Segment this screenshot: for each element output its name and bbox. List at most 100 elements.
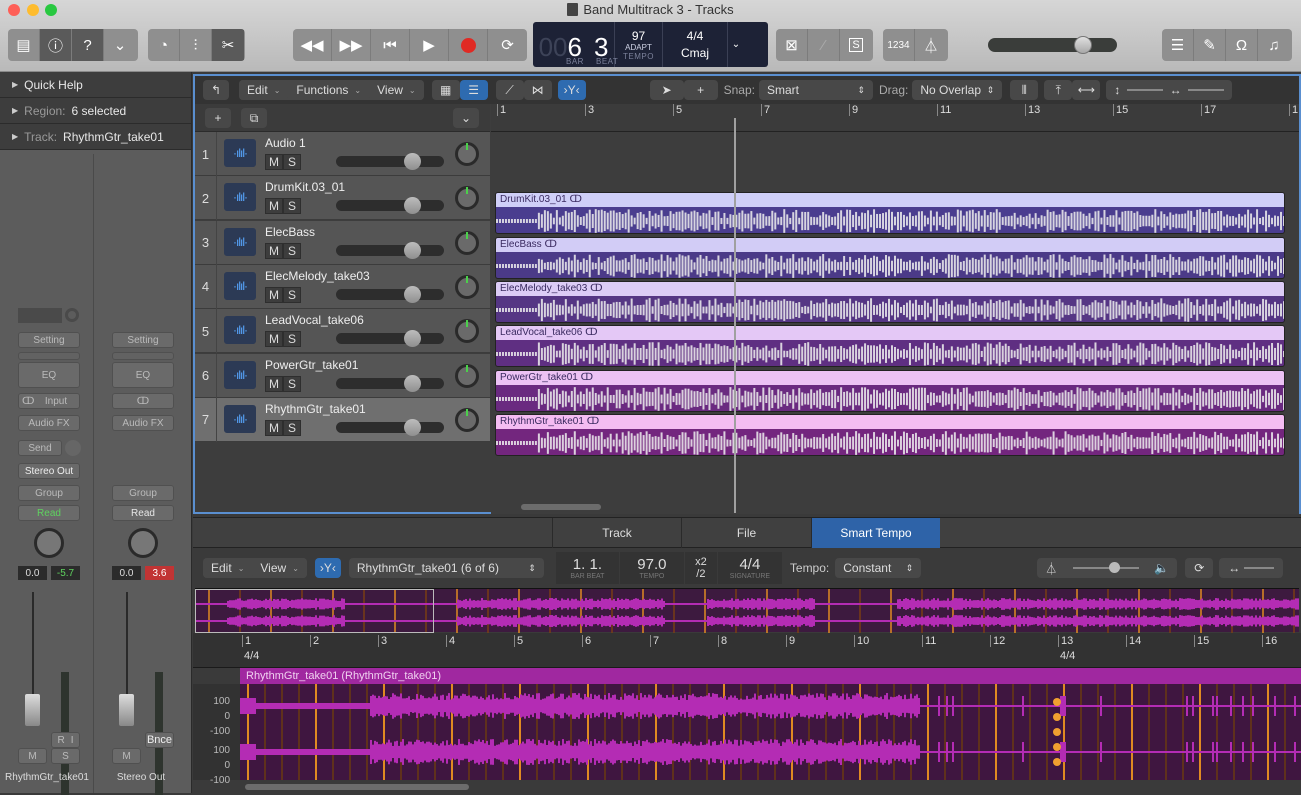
- mute-button[interactable]: M: [265, 242, 283, 259]
- track-volume-slider[interactable]: [336, 197, 444, 215]
- forward-button[interactable]: ▶▶: [332, 29, 371, 61]
- mute-button[interactable]: M: [265, 375, 283, 392]
- signature-marker[interactable]: 4/4: [1060, 650, 1075, 662]
- metronome-button[interactable]: ⏃: [915, 29, 947, 61]
- editors-button[interactable]: ✂: [212, 29, 244, 61]
- playhead[interactable]: [734, 118, 736, 513]
- waveform-zoom-button[interactable]: ⫴: [1010, 80, 1039, 100]
- tab-smart-tempo[interactable]: Smart Tempo: [811, 518, 940, 548]
- record-button[interactable]: [449, 29, 488, 61]
- tempo-display[interactable]: 97.0 TEMPO: [619, 552, 684, 584]
- track-header[interactable]: 7 ·ılıl· RhythmGtr_take01 M S: [195, 397, 490, 442]
- solo-button[interactable]: S: [283, 198, 301, 215]
- mute-button[interactable]: M: [265, 286, 283, 303]
- secondary-tool-menu[interactable]: +: [683, 80, 718, 100]
- slider-knob[interactable]: [1108, 562, 1120, 573]
- track-header[interactable]: 3 ·ılıl· ElecBass M S: [195, 220, 490, 265]
- flex-button[interactable]: ⋈: [523, 80, 552, 100]
- track-pan-knob[interactable]: [455, 363, 479, 388]
- mute-button[interactable]: M: [265, 331, 283, 348]
- track-pan-knob[interactable]: [455, 319, 479, 344]
- go-to-start-button[interactable]: ⏮: [371, 29, 410, 61]
- track-pan-knob[interactable]: [455, 186, 479, 211]
- editor-edit-menu[interactable]: Edit ⌄: [203, 558, 253, 578]
- setting-button[interactable]: Setting: [18, 332, 80, 348]
- half-tempo-button[interactable]: /2: [696, 568, 705, 580]
- lcd-display[interactable]: 00 6 3 BAR BEAT 97 ADAPT TEMPO 4/4 Cmaj ⌄: [533, 22, 768, 67]
- track-volume-slider[interactable]: [336, 241, 444, 259]
- region-inspector-header[interactable]: ▶ Region: 6 selected: [0, 98, 191, 124]
- horizontal-scrollbar[interactable]: [521, 504, 601, 510]
- track-volume-slider[interactable]: [336, 374, 444, 392]
- record-enable-button[interactable]: R: [57, 735, 64, 746]
- track-inspector-header[interactable]: ▶ Track: RhythmGtr_take01: [0, 124, 191, 150]
- toolbar-toggle-button[interactable]: ⌄: [104, 29, 136, 61]
- track-volume-slider[interactable]: [336, 330, 444, 348]
- eq-button[interactable]: EQ: [18, 362, 80, 388]
- smart-controls-button[interactable]: ◔: [148, 29, 180, 61]
- note-pad-button[interactable]: ✎: [1194, 29, 1226, 61]
- input-gain-knob[interactable]: [65, 308, 79, 322]
- track-name[interactable]: ElecMelody_take03: [265, 269, 370, 283]
- solo-button[interactable]: S: [283, 154, 301, 170]
- tab-file[interactable]: File: [681, 518, 811, 548]
- track-header[interactable]: 4 ·ılıl· ElecMelody_take03 M S: [195, 264, 490, 309]
- input-monitor-button[interactable]: I: [71, 735, 74, 746]
- master-volume-slider[interactable]: [988, 36, 1117, 54]
- duplicate-track-button[interactable]: ⧉: [241, 108, 267, 128]
- new-track-button[interactable]: +: [205, 108, 231, 128]
- strip-mute-button[interactable]: M: [112, 748, 141, 764]
- zoom-sliders[interactable]: ↕ ↔: [1106, 80, 1233, 100]
- drag-select[interactable]: No Overlap ⇕: [912, 80, 1003, 100]
- pan-knob[interactable]: [34, 528, 64, 558]
- audio-region[interactable]: ElecBass ↀ: [495, 236, 1285, 279]
- vertical-zoom-slider[interactable]: [1126, 89, 1163, 91]
- master-volume-knob[interactable]: [1074, 36, 1093, 54]
- loop-browser-button[interactable]: Ω: [1226, 29, 1258, 61]
- track-pan-knob[interactable]: [455, 407, 479, 432]
- play-button[interactable]: ▶: [410, 29, 449, 61]
- editor-horizontal-scrollbar[interactable]: [245, 784, 469, 790]
- track-volume-slider[interactable]: [336, 418, 444, 436]
- editor-view-menu[interactable]: View ⌄: [252, 558, 307, 578]
- library-button[interactable]: ▤: [8, 29, 40, 61]
- track-header[interactable]: 5 ·ılıl· LeadVocal_take06 M S: [195, 309, 490, 354]
- zoom-slider-track[interactable]: [1244, 567, 1275, 569]
- input-slot[interactable]: ↀ Input: [18, 393, 80, 409]
- send-knob[interactable]: [65, 440, 81, 456]
- group-slot[interactable]: Group: [18, 485, 80, 501]
- edit-menu[interactable]: Edit ⌄: [239, 80, 289, 100]
- automation-mode-button[interactable]: Read: [18, 505, 80, 521]
- solo-button[interactable]: S: [283, 331, 301, 348]
- track-header[interactable]: 1 ·ılıl· Audio 1 M S: [195, 132, 490, 176]
- tuner-button[interactable]: ⁄: [808, 29, 840, 61]
- volume-knob[interactable]: [404, 153, 421, 170]
- editor-catch-button[interactable]: ›Y‹: [314, 558, 341, 578]
- track-name[interactable]: Audio 1: [265, 136, 306, 150]
- audio-fx-slot[interactable]: Audio FX: [112, 415, 174, 431]
- audio-fx-slot[interactable]: Audio FX: [18, 415, 80, 431]
- track-header[interactable]: 6 ·ılıl· PowerGtr_take01 M S: [195, 353, 490, 398]
- grid-view-button[interactable]: ▦: [431, 80, 460, 100]
- overview-visible-range[interactable]: [195, 589, 434, 633]
- volume-fader[interactable]: [119, 694, 134, 726]
- signature-marker[interactable]: 4/4: [244, 650, 259, 662]
- mute-button[interactable]: M: [265, 198, 283, 215]
- track-volume-slider[interactable]: [336, 285, 444, 303]
- replace-button[interactable]: ⊠: [776, 29, 808, 61]
- position-display[interactable]: 1. 1. BAR BEAT: [555, 552, 619, 584]
- horizontal-zoom-slider[interactable]: [1188, 89, 1225, 91]
- click-volume-slider[interactable]: [1072, 562, 1139, 573]
- list-editors-button[interactable]: ☰: [1162, 29, 1194, 61]
- global-tracks-button[interactable]: ⌄: [453, 108, 479, 128]
- track-name[interactable]: RhythmGtr_take01: [265, 402, 366, 416]
- region-select[interactable]: RhythmGtr_take01 (6 of 6) ⇕: [348, 558, 544, 578]
- eq-button[interactable]: EQ: [112, 362, 174, 388]
- pointer-tool-menu[interactable]: ➤: [649, 80, 684, 100]
- group-slot[interactable]: Group: [112, 485, 174, 501]
- mute-button[interactable]: M: [265, 419, 283, 436]
- double-tempo-button[interactable]: x2: [695, 556, 707, 568]
- solo-button[interactable]: S: [840, 29, 872, 61]
- solo-button[interactable]: S: [283, 419, 301, 436]
- track-pan-knob[interactable]: [455, 142, 479, 166]
